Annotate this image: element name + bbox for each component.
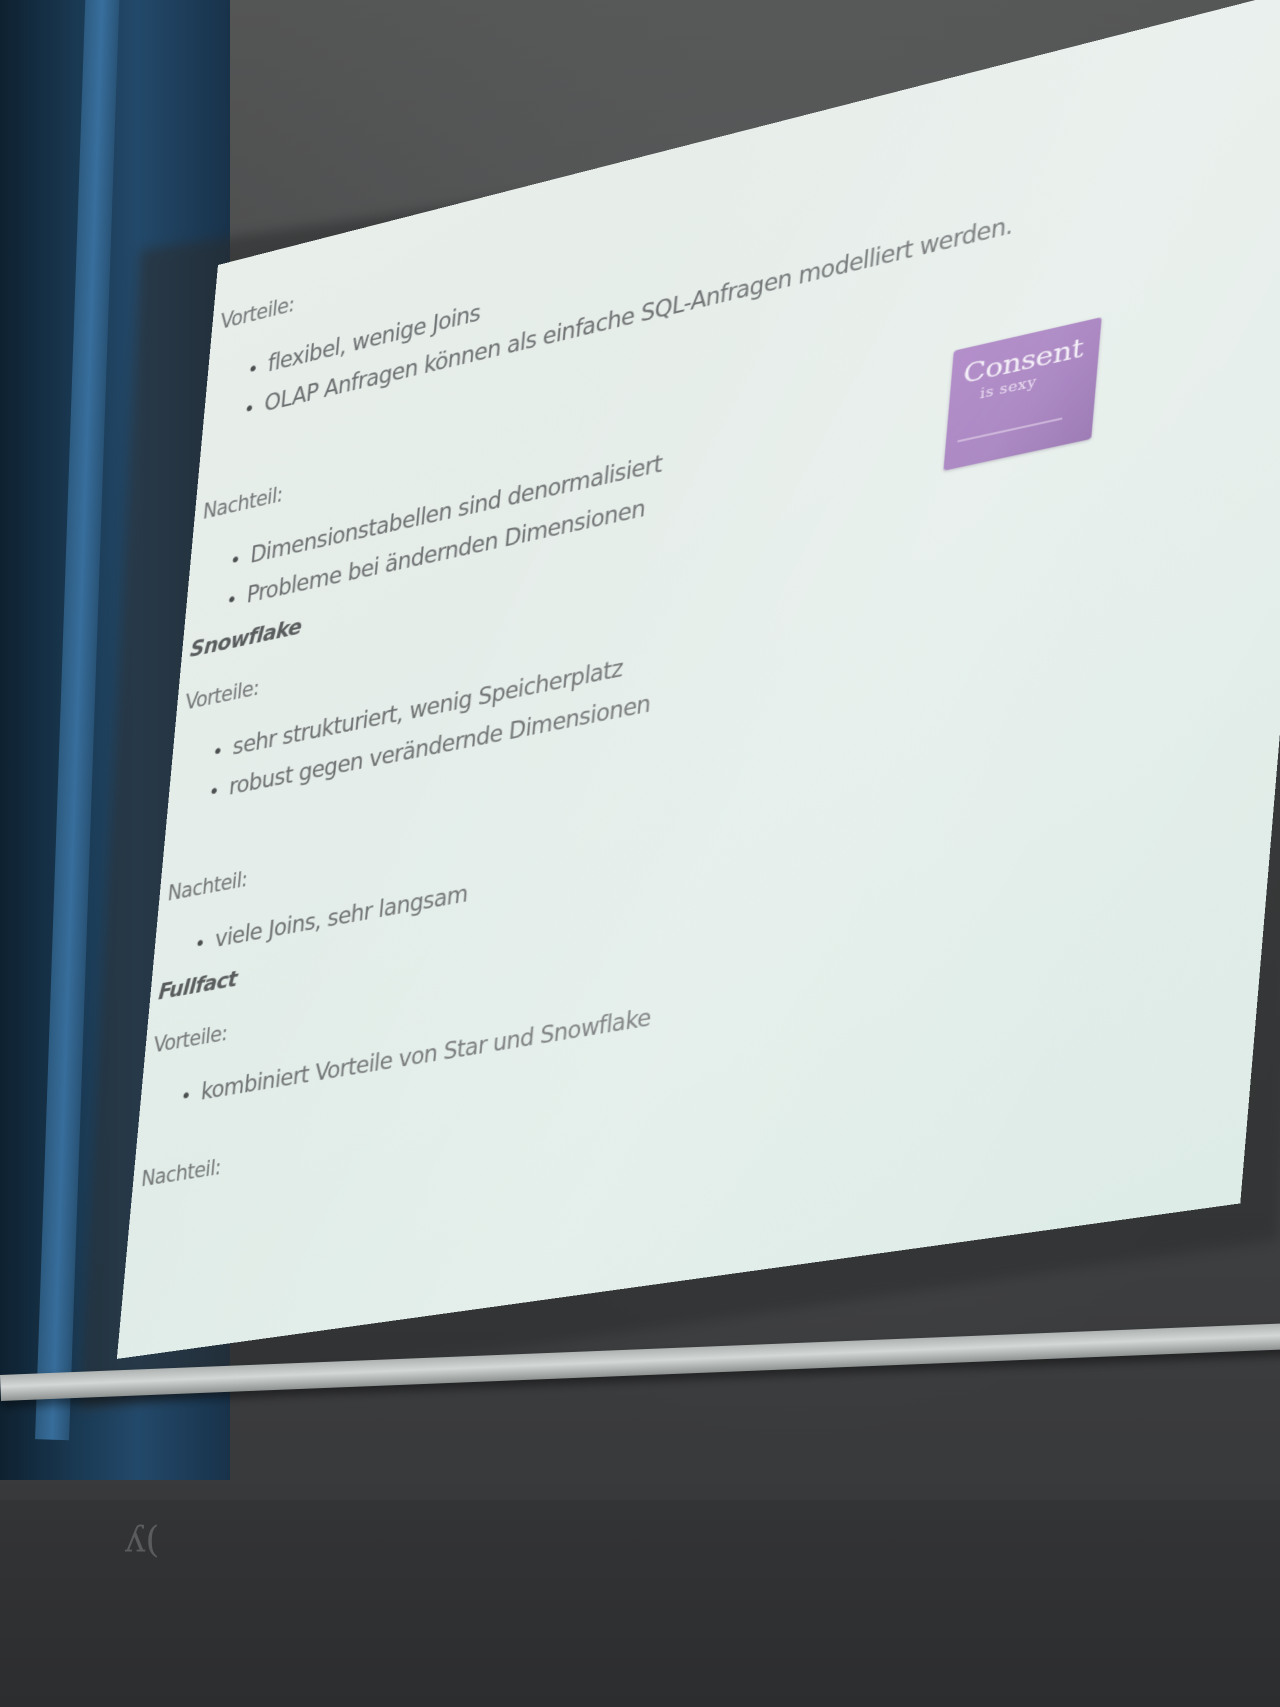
projection-screen: Vorteile: flexibel, wenige Joins OLAP An… xyxy=(117,0,1280,1359)
sticker-fine-print xyxy=(957,417,1062,442)
lecture-hall-photo: ʎ( Vorteile: flexibel, wenige Joins OLAP… xyxy=(0,0,1280,1707)
slide-content: Vorteile: flexibel, wenige Joins OLAP An… xyxy=(117,0,1280,1359)
lower-wall xyxy=(0,1500,1280,1707)
chalk-mark: ʎ( xyxy=(125,1520,159,1561)
